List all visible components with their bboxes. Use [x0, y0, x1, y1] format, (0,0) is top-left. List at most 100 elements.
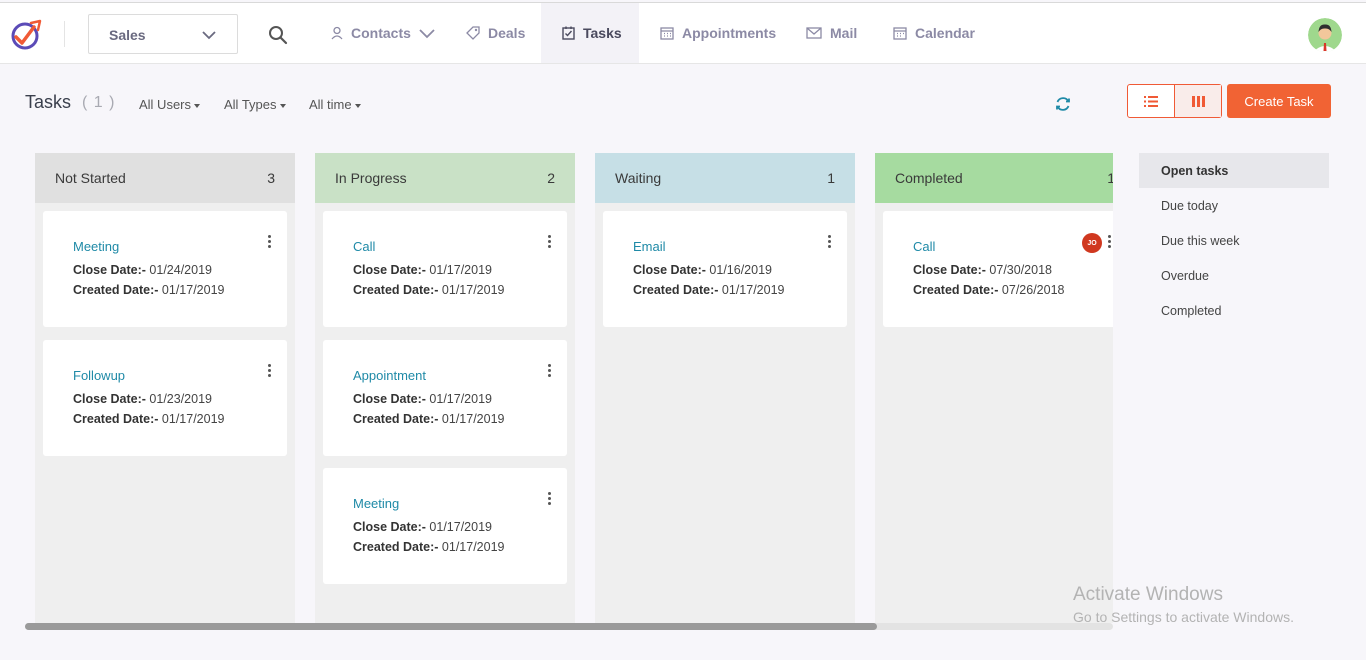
more-options-icon[interactable] [266, 235, 272, 251]
user-avatar[interactable] [1308, 18, 1342, 52]
side-filter-due-this-week[interactable]: Due this week [1139, 223, 1329, 258]
side-filter-due-today[interactable]: Due today [1139, 188, 1329, 223]
column-header: In Progress 2 [315, 153, 575, 203]
created-date-row: Created Date:- 01/17/2019 [73, 412, 224, 426]
list-icon [1144, 95, 1158, 107]
close-date-row: Close Date:- 01/17/2019 [353, 392, 492, 406]
task-card[interactable]: Call Close Date:- 07/30/2018 Created Dat… [883, 211, 1113, 327]
create-task-button[interactable]: Create Task [1227, 84, 1331, 118]
created-date-row: Created Date:- 01/17/2019 [73, 283, 224, 297]
close-date-value: 01/23/2019 [149, 392, 212, 406]
task-title[interactable]: Email [633, 239, 666, 254]
created-date-label: Created Date:- [73, 412, 159, 426]
created-date-row: Created Date:- 01/17/2019 [353, 540, 504, 554]
filter-types-dropdown[interactable]: All Types [224, 97, 286, 112]
tab-contacts-label: Contacts [351, 25, 411, 41]
column-header: Waiting 1 [595, 153, 855, 203]
tab-appointments[interactable]: Appointments [660, 3, 776, 63]
more-options-icon[interactable] [546, 492, 552, 508]
task-card[interactable]: Meeting Close Date:- 01/24/2019 Created … [43, 211, 287, 327]
task-card[interactable]: Email Close Date:- 01/16/2019 Created Da… [603, 211, 847, 327]
board-view-button[interactable] [1174, 85, 1221, 117]
filter-time-dropdown[interactable]: All time [309, 97, 361, 112]
close-date-row: Close Date:- 01/17/2019 [353, 520, 492, 534]
close-date-value: 07/30/2018 [989, 263, 1052, 277]
tab-deals[interactable]: Deals [466, 3, 525, 63]
task-title[interactable]: Appointment [353, 368, 426, 383]
close-date-row: Close Date:- 07/30/2018 [913, 263, 1052, 277]
horizontal-scrollbar-thumb[interactable] [25, 623, 877, 630]
logo-divider [64, 21, 65, 47]
column-not-started: Not Started 3 Meeting Close Date:- 01/24… [35, 153, 295, 623]
pipeline-select-value: Sales [109, 27, 146, 43]
task-count: ( 1 ) [82, 94, 116, 111]
search-icon[interactable] [268, 25, 288, 45]
task-card[interactable]: Appointment Close Date:- 01/17/2019 Crea… [323, 340, 567, 456]
column-title: Not Started [55, 170, 126, 186]
column-title: Waiting [615, 170, 662, 186]
created-date-label: Created Date:- [73, 283, 159, 297]
app-logo[interactable] [10, 17, 44, 51]
created-date-row: Created Date:- 01/17/2019 [633, 283, 784, 297]
tab-appointments-label: Appointments [682, 25, 777, 41]
column-count: 1 [827, 170, 835, 186]
created-date-label: Created Date:- [913, 283, 999, 297]
tab-tasks-label: Tasks [583, 25, 622, 41]
calendar-icon [893, 27, 907, 40]
column-waiting: Waiting 1 Email Close Date:- 01/16/2019 … [595, 153, 855, 623]
close-date-row: Close Date:- 01/24/2019 [73, 263, 212, 277]
created-date-value: 01/17/2019 [161, 412, 225, 426]
more-options-icon[interactable] [546, 364, 552, 380]
activate-windows-title: Activate Windows [1073, 584, 1223, 605]
tab-deals-label: Deals [488, 25, 526, 41]
tab-calendar-label: Calendar [915, 25, 975, 41]
created-date-value: 01/17/2019 [161, 283, 225, 297]
column-header: Completed 1 [875, 153, 1113, 203]
close-date-label: Close Date:- [73, 263, 146, 277]
side-filter-completed[interactable]: Completed [1139, 293, 1329, 328]
list-view-button[interactable] [1128, 85, 1174, 117]
user-avatar-image [1308, 18, 1342, 52]
task-card[interactable]: Followup Close Date:- 01/23/2019 Created… [43, 340, 287, 456]
task-filter-list: Open tasks Due today Due this week Overd… [1139, 153, 1329, 328]
close-date-row: Close Date:- 01/23/2019 [73, 392, 212, 406]
owner-avatar[interactable]: JO [1082, 233, 1102, 253]
created-date-value: 01/17/2019 [441, 540, 505, 554]
filter-users-dropdown[interactable]: All Users [139, 97, 200, 112]
more-options-icon[interactable] [546, 235, 552, 251]
column-title: In Progress [335, 170, 407, 186]
close-date-value: 01/17/2019 [429, 520, 492, 534]
created-date-value: 07/26/2018 [1001, 283, 1065, 297]
task-title[interactable]: Followup [73, 368, 125, 383]
created-date-label: Created Date:- [633, 283, 719, 297]
tab-contacts[interactable]: Contacts [331, 3, 435, 63]
more-options-icon[interactable] [266, 364, 272, 380]
side-filter-open-tasks[interactable]: Open tasks [1139, 153, 1329, 188]
tab-tasks[interactable]: Tasks [541, 3, 639, 63]
refresh-icon[interactable] [1054, 95, 1072, 113]
more-options-icon[interactable] [826, 235, 832, 251]
activate-windows-subtitle: Go to Settings to activate Windows. [1073, 609, 1294, 625]
tag-icon [466, 26, 480, 40]
task-title[interactable]: Call [913, 239, 935, 254]
column-completed: Completed 1 Call Close Date:- 07/30/2018… [875, 153, 1113, 623]
close-date-label: Close Date:- [353, 520, 426, 534]
tab-mail[interactable]: Mail [806, 3, 857, 63]
close-date-label: Close Date:- [353, 392, 426, 406]
task-title[interactable]: Meeting [73, 239, 119, 254]
task-title[interactable]: Meeting [353, 496, 399, 511]
tab-mail-label: Mail [830, 25, 858, 41]
task-title[interactable]: Call [353, 239, 375, 254]
close-date-label: Close Date:- [913, 263, 986, 277]
more-options-icon[interactable] [1106, 235, 1112, 251]
created-date-row: Created Date:- 07/26/2018 [913, 283, 1064, 297]
chevron-down-icon [419, 29, 435, 39]
task-card[interactable]: Call Close Date:- 01/17/2019 Created Dat… [323, 211, 567, 327]
column-header: Not Started 3 [35, 153, 295, 203]
side-filter-overdue[interactable]: Overdue [1139, 258, 1329, 293]
pipeline-select[interactable]: Sales [88, 14, 238, 54]
tab-calendar[interactable]: Calendar [893, 3, 975, 63]
task-card[interactable]: Meeting Close Date:- 01/17/2019 Created … [323, 468, 567, 584]
created-date-row: Created Date:- 01/17/2019 [353, 283, 504, 297]
created-date-label: Created Date:- [353, 283, 439, 297]
